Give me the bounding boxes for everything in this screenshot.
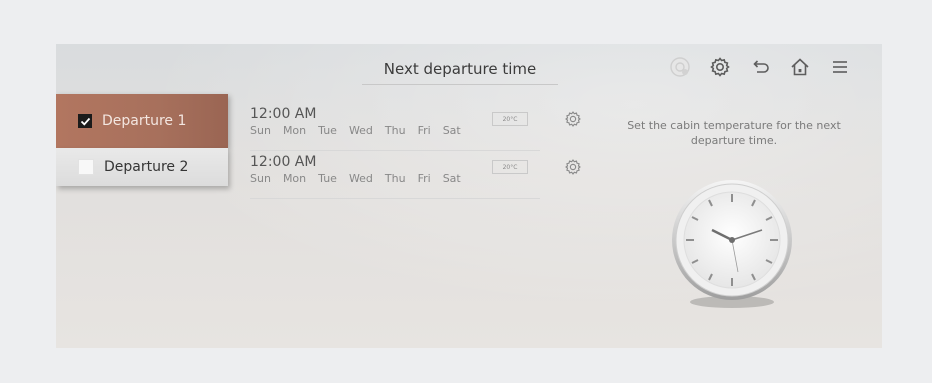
day-thu: Thu xyxy=(384,124,406,137)
day-wed: Wed xyxy=(348,124,373,137)
info-text: Set the cabin temperature for the next d… xyxy=(627,119,841,147)
day-mon: Mon xyxy=(282,172,307,185)
back-icon xyxy=(753,60,769,73)
sidebar-item-departure-1[interactable]: Departure 1 xyxy=(56,94,228,148)
home-icon xyxy=(791,58,809,76)
temperature-badge: 20°C xyxy=(492,112,528,126)
day-sat: Sat xyxy=(442,124,461,137)
clock-icon xyxy=(672,180,792,308)
day-sun: Sun xyxy=(250,172,271,185)
departure-1-checkbox[interactable] xyxy=(78,114,92,128)
menu-icon xyxy=(833,61,847,73)
schedule-row[interactable]: 12:00 AM Sun Mon Tue Wed Thu Fri Sat 20°… xyxy=(250,154,590,202)
gear-icon[interactable] xyxy=(564,158,582,176)
day-fri: Fri xyxy=(417,172,431,185)
departure-time: 12:00 AM xyxy=(250,106,317,122)
schedule-row[interactable]: 12:00 AM Sun Mon Tue Wed Thu Fri Sat 20°… xyxy=(250,106,590,154)
main-screen: Next departure time Departure 1 Departur… xyxy=(56,44,882,348)
sidebar-item-departure-2[interactable]: Departure 2 xyxy=(56,148,228,186)
day-thu: Thu xyxy=(384,172,406,185)
departure-2-checkbox[interactable] xyxy=(78,159,94,175)
day-sun: Sun xyxy=(250,124,271,137)
weekday-list: Sun Mon Tue Wed Thu Fri Sat xyxy=(250,172,590,185)
page-title: Next departure time xyxy=(362,58,558,85)
departure-2-label: Departure 2 xyxy=(104,159,189,175)
back-button[interactable] xyxy=(740,52,780,82)
settings-icon xyxy=(710,57,730,77)
departure-1-label: Departure 1 xyxy=(102,113,187,129)
temperature-badge: 20°C xyxy=(492,160,528,174)
settings-button[interactable] xyxy=(700,52,740,82)
temperature-button[interactable] xyxy=(660,52,700,82)
gear-icon[interactable] xyxy=(564,110,582,128)
day-tue: Tue xyxy=(318,172,337,185)
day-sat: Sat xyxy=(442,172,461,185)
home-button[interactable] xyxy=(780,52,820,82)
departure-time: 12:00 AM xyxy=(250,154,317,170)
weekday-list: Sun Mon Tue Wed Thu Fri Sat xyxy=(250,124,590,137)
day-tue: Tue xyxy=(318,124,337,137)
day-mon: Mon xyxy=(282,124,307,137)
menu-button[interactable] xyxy=(820,52,860,82)
departure-list: Departure 1 Departure 2 xyxy=(56,94,228,186)
toolbar xyxy=(660,52,860,82)
day-fri: Fri xyxy=(417,124,431,137)
temperature-icon xyxy=(670,57,690,77)
row-divider xyxy=(250,150,540,151)
day-wed: Wed xyxy=(348,172,373,185)
row-divider xyxy=(250,198,540,199)
schedule-list: 12:00 AM Sun Mon Tue Wed Thu Fri Sat 20°… xyxy=(250,106,590,202)
checkmark-icon xyxy=(80,117,90,126)
